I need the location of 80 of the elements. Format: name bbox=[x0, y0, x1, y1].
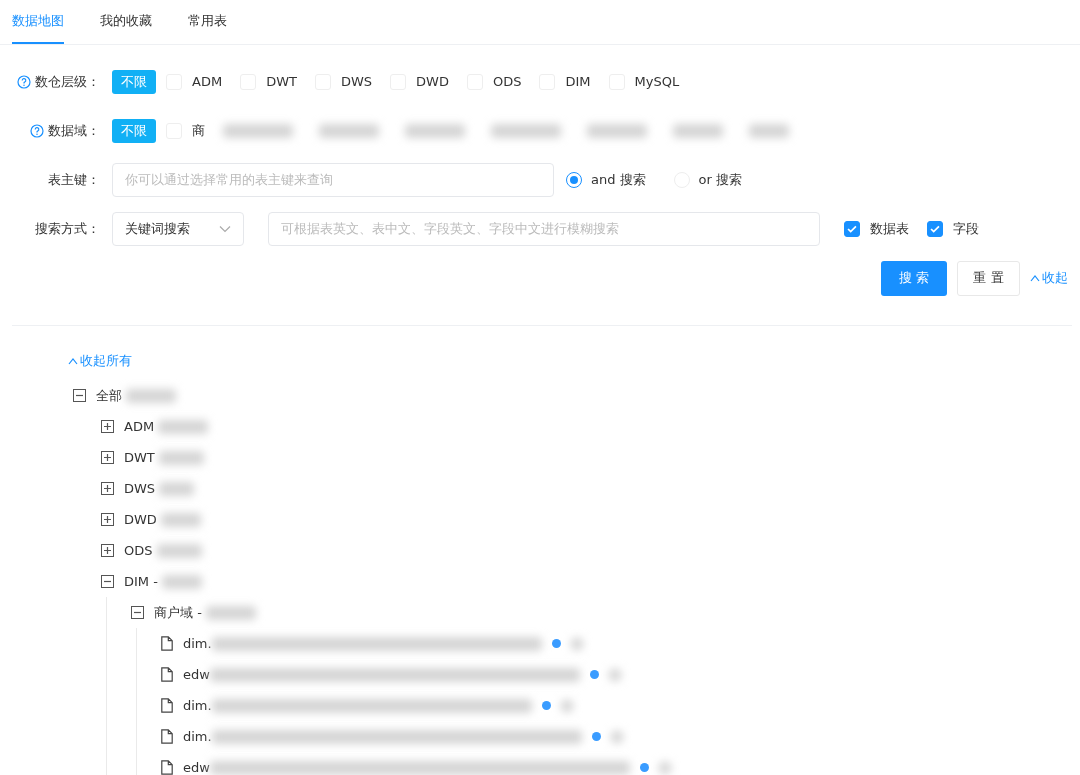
checkbox-label: 字段 bbox=[953, 219, 979, 238]
tree-node-label[interactable]: 全部 bbox=[96, 386, 122, 405]
chevron-up-icon bbox=[68, 357, 78, 365]
search-input[interactable]: 可根据表英文、表中文、字段英文、字段中文进行模糊搜索 bbox=[268, 211, 820, 246]
blurred-text bbox=[673, 123, 723, 138]
chevron-up-icon bbox=[1030, 274, 1040, 282]
radio-label: and 搜索 bbox=[591, 170, 646, 189]
table-name[interactable]: dim. bbox=[183, 729, 212, 744]
blurred-icon bbox=[570, 637, 583, 650]
checkbox[interactable] bbox=[927, 220, 943, 237]
plus-box-icon[interactable] bbox=[101, 513, 114, 526]
checkbox-label: MySQL bbox=[634, 74, 680, 89]
file-icon bbox=[161, 760, 173, 775]
blurred-text bbox=[160, 512, 201, 527]
table-name[interactable]: edw bbox=[183, 760, 210, 775]
blurred-icon bbox=[610, 730, 623, 743]
field-label: 表主键： bbox=[48, 170, 100, 189]
blurred-text bbox=[223, 123, 293, 138]
plus-box-icon[interactable] bbox=[101, 420, 114, 433]
blurred-text bbox=[205, 605, 256, 620]
checkbox[interactable] bbox=[844, 220, 860, 237]
tree-node-label[interactable]: DWT bbox=[124, 450, 155, 465]
blurred-text bbox=[749, 123, 789, 138]
tree-node-label[interactable]: DIM - bbox=[124, 574, 158, 589]
blurred-icon bbox=[608, 668, 621, 681]
radio-label: or 搜索 bbox=[698, 170, 743, 189]
table-name[interactable]: dim. bbox=[183, 698, 212, 713]
field-label: 搜索方式： bbox=[35, 219, 100, 238]
blurred-icon bbox=[560, 699, 573, 712]
table-name[interactable]: dim. bbox=[183, 636, 212, 651]
chevron-down-icon bbox=[219, 224, 231, 233]
blurred-text bbox=[319, 123, 379, 138]
checkbox-label: 数据表 bbox=[870, 219, 909, 238]
table-key-input[interactable]: 你可以通过选择常用的表主键来查询 bbox=[112, 162, 554, 197]
blurred-text bbox=[158, 419, 209, 434]
status-dot bbox=[541, 701, 551, 710]
blurred-icon bbox=[658, 761, 671, 774]
help-icon bbox=[30, 123, 44, 138]
blurred-text bbox=[587, 123, 647, 138]
minus-box-icon[interactable] bbox=[73, 389, 86, 402]
file-icon bbox=[161, 698, 173, 713]
tab[interactable]: 常用表 bbox=[188, 0, 227, 44]
filter-label: 数仓层级： bbox=[35, 72, 100, 91]
checkbox-label: ADM bbox=[192, 74, 223, 89]
status-dot bbox=[639, 763, 649, 772]
status-dot bbox=[551, 639, 561, 648]
checkbox-label: DIM bbox=[565, 74, 591, 89]
help-icon bbox=[17, 74, 31, 89]
blurred-text bbox=[156, 543, 202, 558]
file-icon bbox=[161, 667, 173, 682]
tree-node-label[interactable]: ODS bbox=[124, 543, 153, 558]
blurred-text bbox=[491, 123, 561, 138]
blurred-text bbox=[159, 481, 195, 496]
table-name[interactable]: edw bbox=[183, 667, 210, 682]
plus-box-icon[interactable] bbox=[101, 482, 114, 495]
plus-box-icon[interactable] bbox=[101, 544, 114, 557]
blurred-text bbox=[158, 450, 204, 465]
blurred-text bbox=[405, 123, 465, 138]
file-icon bbox=[161, 729, 173, 744]
checkbox-label: DWT bbox=[266, 74, 297, 89]
tree-node-label[interactable]: ADM bbox=[124, 419, 155, 434]
filter-label: 数据域： bbox=[48, 121, 100, 140]
tab[interactable]: 我的收藏 bbox=[100, 0, 152, 44]
checkbox-label: DWS bbox=[340, 74, 373, 89]
blurred-text bbox=[161, 574, 202, 589]
status-dot bbox=[591, 732, 601, 741]
tree-node-label[interactable]: 商户域 - bbox=[154, 603, 202, 622]
checkbox-label: 商 bbox=[192, 121, 205, 140]
checkbox-label: ODS bbox=[492, 74, 522, 89]
checkbox-label: DWD bbox=[416, 74, 449, 89]
plus-box-icon[interactable] bbox=[101, 451, 114, 464]
minus-box-icon[interactable] bbox=[101, 575, 114, 588]
blurred-text bbox=[126, 388, 176, 403]
minus-box-icon[interactable] bbox=[131, 606, 144, 619]
tree-node-label[interactable]: DWS bbox=[124, 481, 156, 496]
search-mode-select[interactable]: 关键词搜索 bbox=[112, 211, 244, 246]
file-icon bbox=[161, 636, 173, 651]
status-dot bbox=[589, 670, 599, 679]
reset-button[interactable]: 重 置 bbox=[957, 260, 1020, 296]
tree-node-label[interactable]: DWD bbox=[124, 512, 157, 527]
